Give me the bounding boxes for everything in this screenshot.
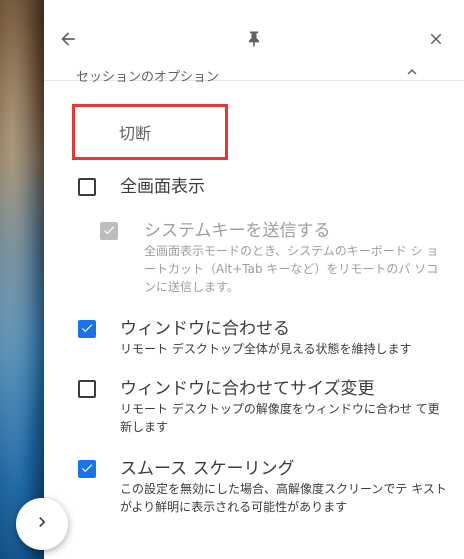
option-title: システムキーを送信する [144, 221, 331, 241]
smooth-scaling-checkbox[interactable] [78, 460, 96, 478]
option-desc: リモート デスクトップ全体が見える状態を維持します [120, 342, 412, 356]
back-button[interactable] [52, 25, 84, 57]
option-desc: リモート デスクトップの解像度をウィンドウに合わせ て更新します [120, 402, 440, 434]
pin-button[interactable] [238, 25, 270, 57]
checkmark-icon [80, 460, 94, 479]
checkmark-icon [80, 320, 94, 339]
pin-icon [244, 29, 264, 53]
option-fit-to-window[interactable]: ウィンドウに合わせる リモート デスクトップ全体が見える状態を維持します [78, 318, 448, 358]
option-text: システムキーを送信する 全画面表示モードのとき、システムのキーボード シ ョート… [144, 220, 448, 296]
disconnect-button[interactable]: 切断 [72, 104, 228, 160]
option-text: スムース スケーリング この設定を無効にした場合、高解像度スクリーンでテ キスト… [120, 458, 448, 516]
section-collapse-button[interactable] [400, 62, 424, 86]
section-title: セッションのオプション [76, 70, 220, 85]
session-options-panel: セッションのオプション 切断 全画面表示 システムキーを送信する 全画面表示モー… [44, 0, 464, 559]
checkmark-icon [102, 222, 116, 241]
fit-to-window-checkbox[interactable] [78, 320, 96, 338]
resize-to-window-checkbox[interactable] [78, 380, 96, 398]
arrow-left-icon [58, 29, 78, 53]
option-desc: この設定を無効にした場合、高解像度スクリーンでテ キストがより鮮明に表示される可… [120, 482, 447, 514]
close-button[interactable] [420, 25, 452, 57]
option-title: ウィンドウに合わせてサイズ変更 [120, 379, 375, 399]
option-resize-to-window[interactable]: ウィンドウに合わせてサイズ変更 リモート デスクトップの解像度をウィンドウに合わ… [78, 378, 448, 436]
disconnect-label: 切断 [119, 124, 152, 143]
option-text: 全画面表示 [120, 176, 205, 198]
chevron-up-icon [403, 63, 421, 85]
fullscreen-checkbox[interactable] [78, 178, 96, 196]
chevron-right-icon [32, 512, 52, 536]
option-title: 全画面表示 [120, 177, 205, 197]
option-text: ウィンドウに合わせる リモート デスクトップ全体が見える状態を維持します [120, 318, 448, 358]
close-icon [427, 30, 445, 52]
panel-header: セッションのオプション [44, 0, 464, 85]
send-system-keys-checkbox [100, 222, 118, 240]
option-text: ウィンドウに合わせてサイズ変更 リモート デスクトップの解像度をウィンドウに合わ… [120, 378, 448, 436]
expand-sidebar-button[interactable] [16, 498, 68, 550]
option-fullscreen[interactable]: 全画面表示 [78, 176, 448, 198]
option-title: スムース スケーリング [120, 459, 295, 479]
option-desc: 全画面表示モードのとき、システムのキーボード シ ョートカット（Alt+Tab … [144, 244, 439, 294]
option-smooth-scaling[interactable]: スムース スケーリング この設定を無効にした場合、高解像度スクリーンでテ キスト… [78, 458, 448, 516]
option-send-system-keys: システムキーを送信する 全画面表示モードのとき、システムのキーボード シ ョート… [100, 220, 448, 296]
option-title: ウィンドウに合わせる [120, 319, 290, 339]
